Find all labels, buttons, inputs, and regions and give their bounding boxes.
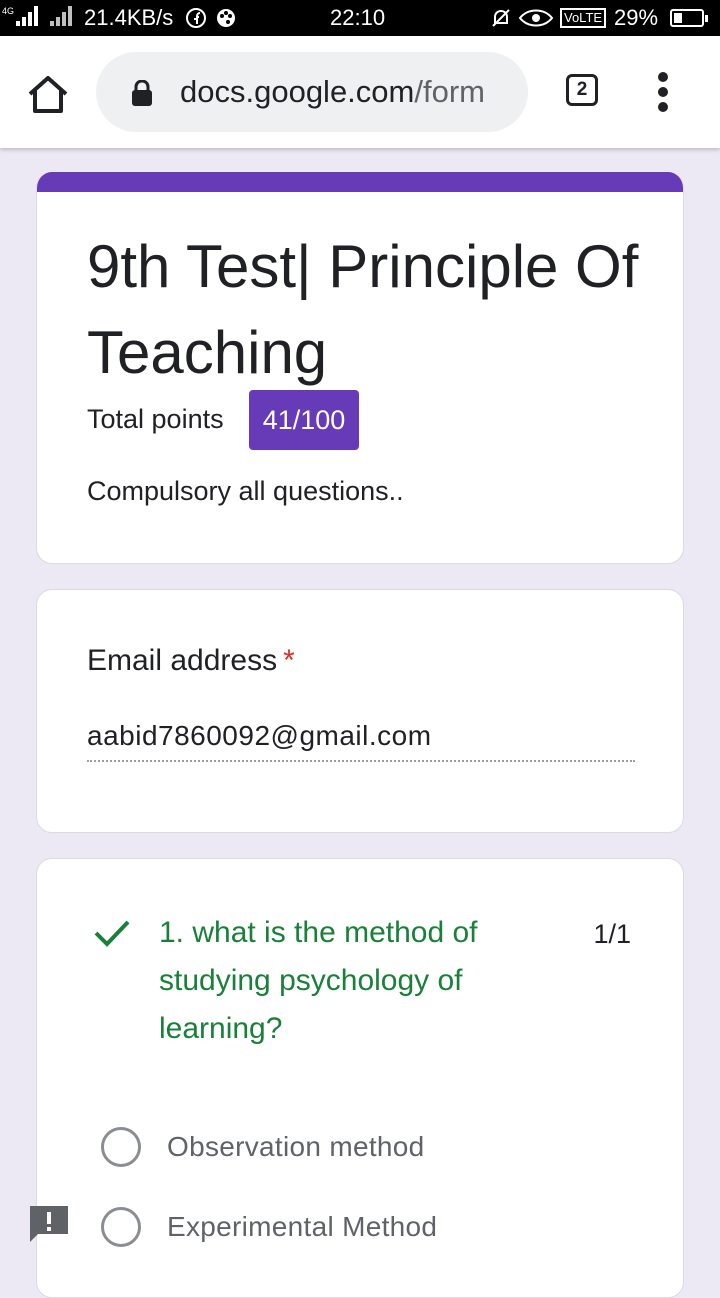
more-options-icon[interactable] <box>650 72 678 112</box>
form-description: Compulsory all questions.. <box>87 476 404 506</box>
tab-switcher-button[interactable]: 2 <box>566 74 598 106</box>
volte-badge: VoLTE <box>560 8 607 28</box>
clock-time: 22:10 <box>330 5 386 30</box>
option-label: Observation method <box>167 1131 425 1162</box>
address-bar[interactable]: docs.google.com/form <box>96 52 528 132</box>
question-score: 1/1 <box>593 919 631 949</box>
data-speed: 21.4KB/s <box>84 5 174 30</box>
signal-strength-icon <box>16 6 44 26</box>
url-path: /form <box>414 74 485 109</box>
palette-icon <box>217 9 235 27</box>
status-bar: 4G 21.4KB/s 22:10 VoLTE 29% <box>0 0 720 36</box>
browser-toolbar: docs.google.com/form 2 <box>0 36 720 148</box>
email-field: aabid7860092@gmail.com <box>87 720 635 762</box>
email-label: Email address * <box>87 644 295 678</box>
sim2-signal-icon <box>50 6 78 26</box>
required-asterisk: * <box>283 644 295 677</box>
home-icon[interactable] <box>26 74 70 114</box>
question-text: 1. what is the method of studying psycho… <box>159 916 478 1045</box>
url-text: docs.google.com/form <box>180 74 520 110</box>
eye-comfort-icon <box>518 9 554 27</box>
radio-button[interactable] <box>101 1207 141 1247</box>
url-domain: docs.google.com <box>180 74 415 109</box>
accent-bar <box>37 172 683 192</box>
email-label-text: Email address <box>87 644 278 677</box>
lock-icon <box>132 80 152 106</box>
question-card: 1. what is the method of studying psycho… <box>36 858 684 1298</box>
score-badge: 41/100 <box>249 390 359 450</box>
battery-percent: 29% <box>614 5 659 30</box>
form-header-card: 9th Test| Principle Of Teaching Total po… <box>36 172 684 564</box>
email-card: Email address * aabid7860092@gmail.com <box>36 589 684 833</box>
total-points-label: Total points <box>87 404 224 434</box>
form-title: 9th Test| Principle Of Teaching <box>87 233 639 386</box>
correct-check-icon <box>94 920 130 947</box>
battery-icon <box>670 9 708 27</box>
muted-bell-icon <box>492 9 510 27</box>
report-feedback-icon[interactable] <box>28 1204 70 1246</box>
facebook-icon <box>186 8 206 28</box>
network-type-label: 4G <box>2 6 15 16</box>
radio-button[interactable] <box>101 1127 141 1167</box>
option-label: Experimental Method <box>167 1211 438 1242</box>
